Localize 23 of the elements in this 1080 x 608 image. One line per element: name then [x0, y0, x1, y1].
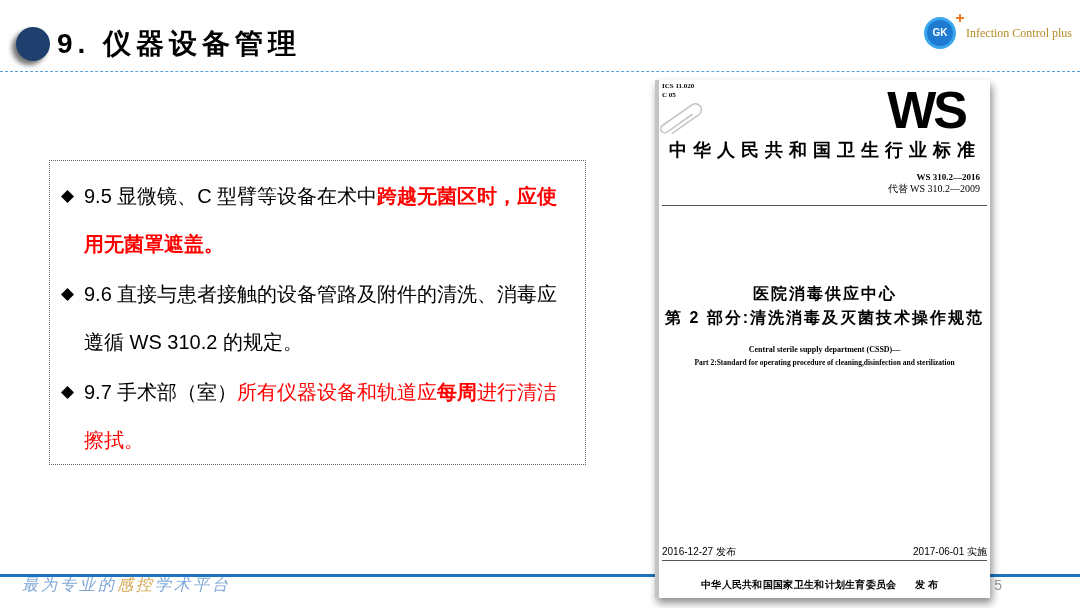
issuer-name: 中华人民共和国国家卫生和计划生育委员会 — [701, 578, 897, 591]
page-number: 5 — [994, 577, 1002, 593]
slogan-text: 最为专业的感控学术平台 — [21, 577, 231, 593]
issuer-action: 发 布 — [914, 578, 939, 591]
standard-number: WS 310.2—2016 — [916, 172, 980, 183]
bullet-text: 9.7 手术部（室）所有仪器设备和轨道应每周进行清洁擦拭。 — [84, 380, 559, 453]
standard-code-mark: WS — [887, 84, 965, 136]
diamond-bullet-icon — [61, 190, 74, 203]
bullet-text: 9.5 显微镜、C 型臂等设备在术中跨越无菌区时，应使用无菌罩遮盖。 — [84, 184, 559, 257]
diamond-bullet-icon — [61, 386, 74, 399]
replaces-note: 代替 WS 310.2—2009 — [887, 183, 980, 194]
bullet-text: 9.6 直接与患者接触的设备管路及附件的清洗、消毒应遵循 WS 310.2 的规定。 — [84, 282, 559, 355]
plus-icon — [956, 14, 964, 22]
document-title: 中华人民共和国卫生行业标准 — [667, 139, 982, 161]
logo-text: Infection Control plus — [966, 25, 1072, 42]
document-subtitle: 医院消毒供应中心 — [752, 284, 897, 304]
english-subtitle: Central sterile supply department (CSSD)— — [748, 344, 901, 356]
diamond-bullet-icon — [61, 288, 74, 301]
slide-title: 9. 仪器设备管理 — [57, 27, 302, 61]
logo-mark: GK — [924, 17, 956, 49]
document-subtitle: 第 2 部分:清洗消毒及灭菌技术操作规范 — [664, 308, 985, 328]
effective-date: 2017-06-01 实施 — [913, 546, 987, 558]
issue-date: 2016-12-27 发布 — [662, 546, 736, 558]
